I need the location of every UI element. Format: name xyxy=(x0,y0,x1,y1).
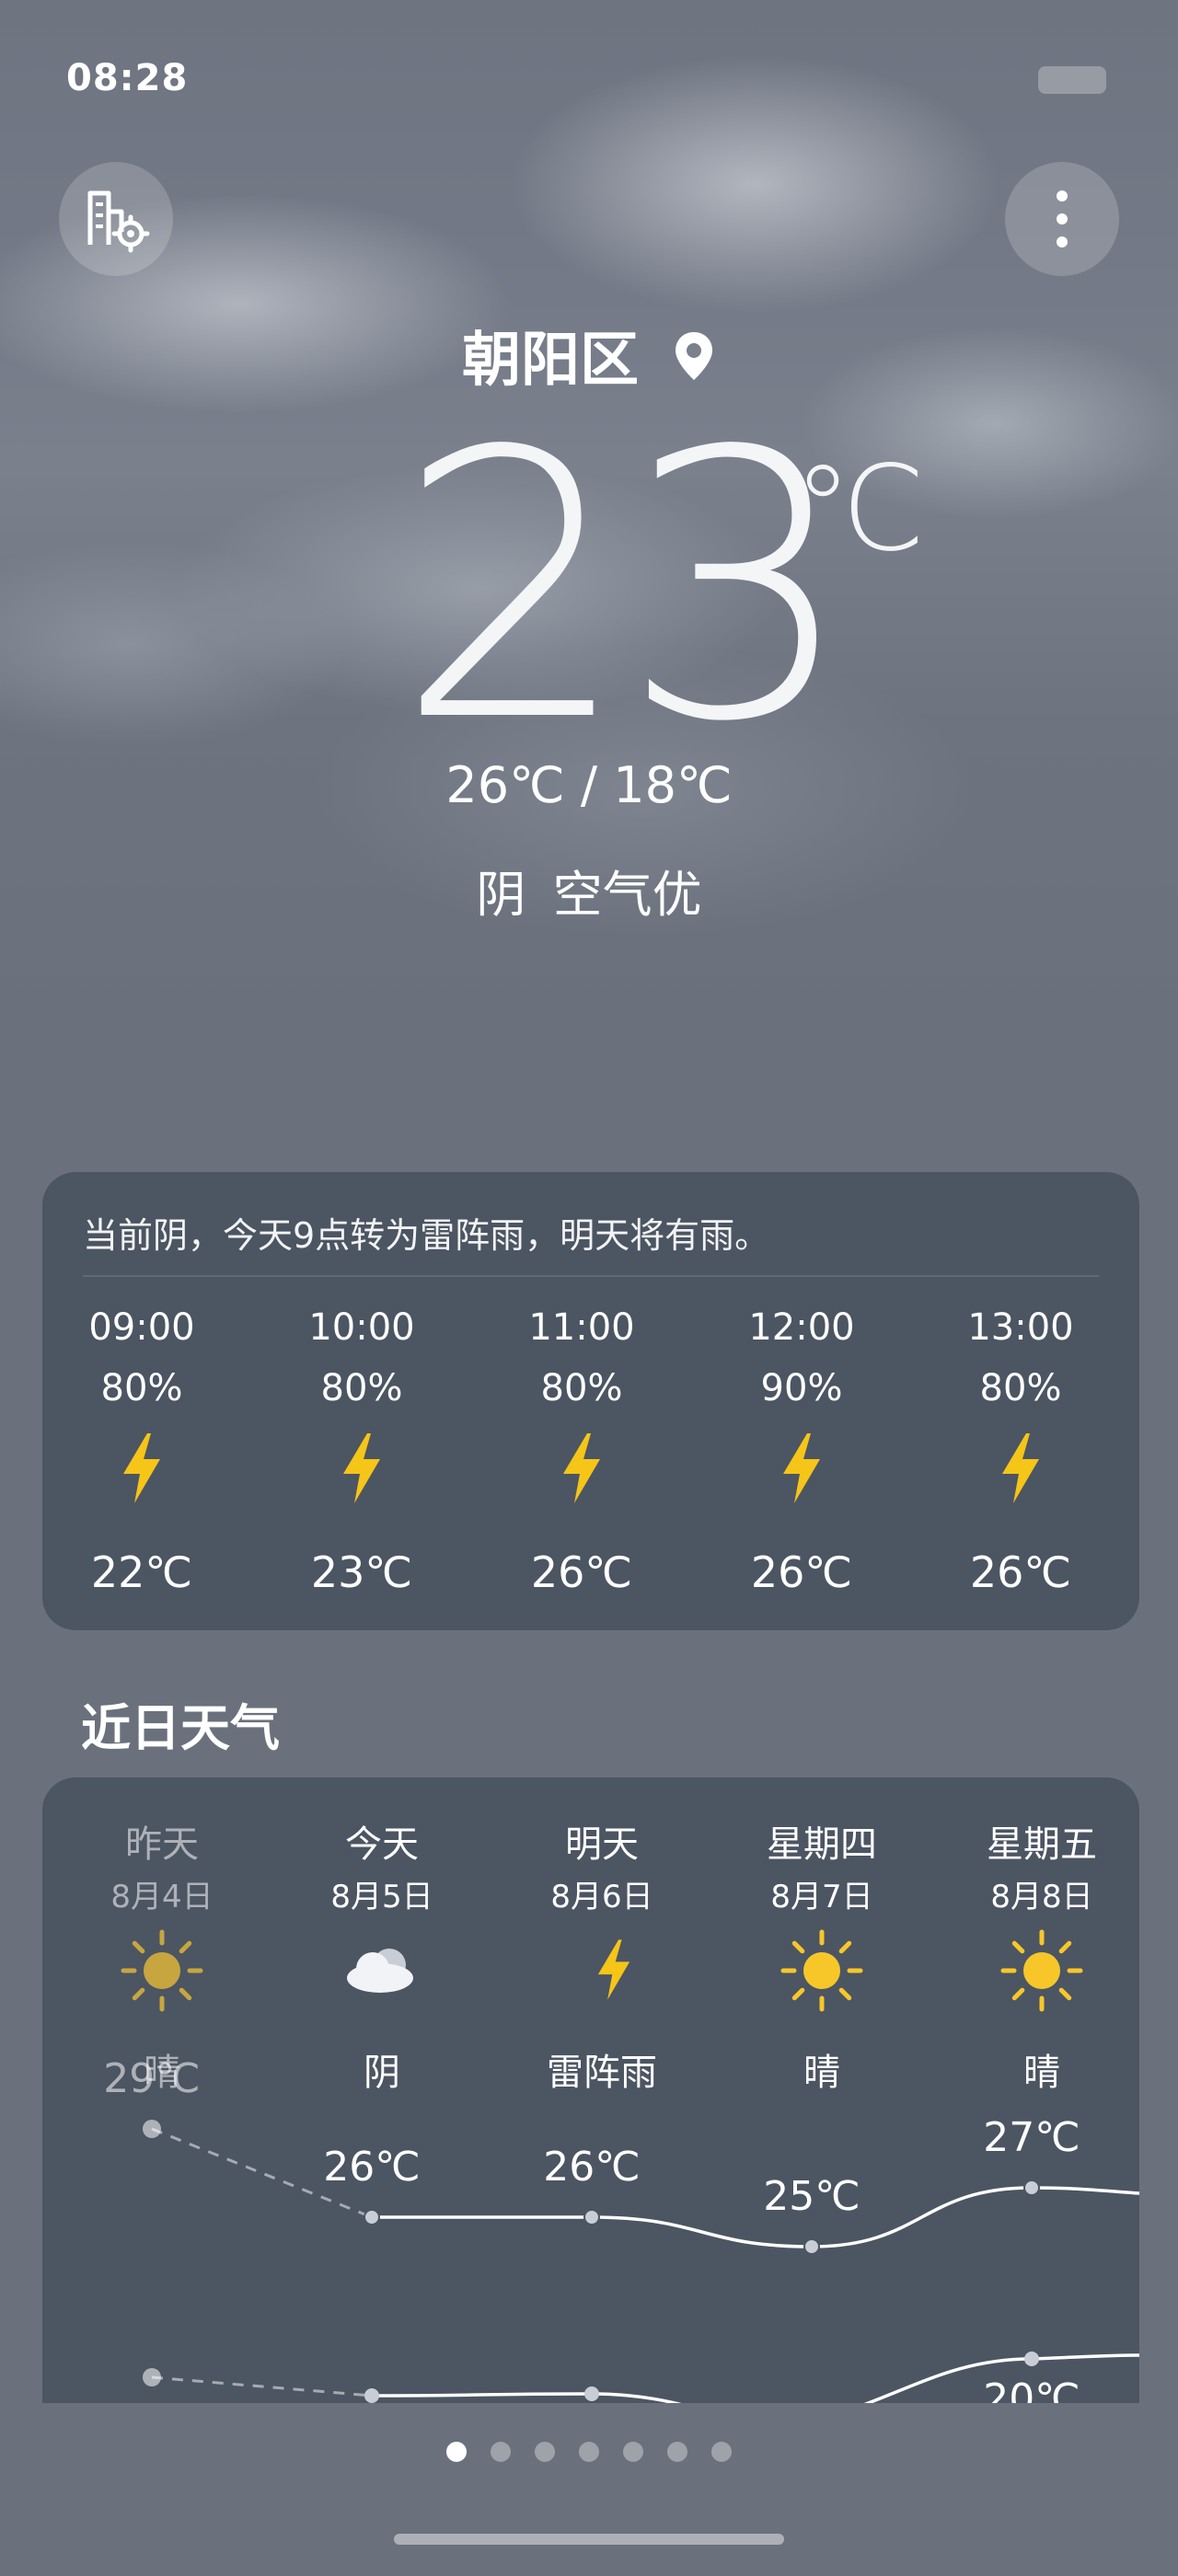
page-indicator[interactable] xyxy=(0,2442,1178,2462)
lightning-icon xyxy=(343,1433,380,1503)
page-dot[interactable] xyxy=(491,2442,511,2462)
lightning-icon xyxy=(783,1433,820,1503)
city-settings-icon xyxy=(87,190,150,253)
city-manage-button[interactable] xyxy=(59,162,173,276)
high-temp-label: 25℃ xyxy=(763,2173,860,2220)
high-point xyxy=(803,2238,820,2255)
high-point xyxy=(143,2120,161,2138)
day-name: 今天 xyxy=(345,1823,419,1866)
page-dot[interactable] xyxy=(446,2442,467,2462)
hourly-forecast-card[interactable]: 当前阴，今天9点转为雷阵雨，明天将有雨。 09:00 80% 22℃ 10:00 80%… xyxy=(42,1172,1139,1630)
low-point xyxy=(1024,2352,1039,2366)
temperature-unit: ℃ xyxy=(793,441,926,578)
sun-icon xyxy=(780,1929,863,2012)
precip-probability: 80% xyxy=(320,1367,403,1409)
high-low-temperature: 26℃ / 18℃ xyxy=(445,756,733,814)
sun-icon xyxy=(121,1929,203,2012)
day-date: 8月6日 xyxy=(550,1879,653,1915)
precip-probability: 90% xyxy=(760,1367,843,1409)
high-temp-label: 26℃ xyxy=(543,2144,641,2191)
hour-time: 12:00 xyxy=(748,1306,855,1349)
precip-probability: 80% xyxy=(979,1367,1062,1409)
more-vertical-icon xyxy=(1057,190,1068,247)
low-point xyxy=(143,2368,161,2386)
day-name: 星期四 xyxy=(767,1823,877,1866)
low-temp-label: 20℃ xyxy=(983,2375,1080,2403)
sun-icon xyxy=(1000,1929,1083,2012)
high-temp-label: 29℃ xyxy=(103,2055,201,2102)
lightning-icon xyxy=(563,1433,600,1503)
home-indicator[interactable] xyxy=(394,2534,784,2545)
page-dot[interactable] xyxy=(667,2442,687,2462)
forecast-summary: 当前阴，今天9点转为雷阵雨，明天将有雨。 xyxy=(83,1215,770,1256)
day-date: 8月4日 xyxy=(110,1879,214,1915)
day-date: 8月8日 xyxy=(990,1879,1093,1915)
condition-air-quality: 阴 空气优 xyxy=(476,866,702,924)
low-point xyxy=(584,2386,599,2401)
precip-probability: 80% xyxy=(100,1367,183,1409)
battery-icon xyxy=(1038,66,1106,94)
lightning-icon xyxy=(597,1939,630,2000)
hour-time: 09:00 xyxy=(88,1306,195,1349)
hour-time: 11:00 xyxy=(528,1306,635,1349)
divider xyxy=(83,1275,1099,1277)
high-temp-label: 27℃ xyxy=(983,2114,1080,2161)
high-point xyxy=(364,2209,380,2225)
hour-temperature: 26℃ xyxy=(750,1547,853,1597)
status-time: 08:28 xyxy=(66,57,189,99)
high-point xyxy=(1023,2179,1040,2196)
low-point xyxy=(364,2388,379,2403)
hour-temperature: 22℃ xyxy=(90,1547,193,1597)
hour-temperature: 26℃ xyxy=(530,1547,633,1597)
lightning-icon xyxy=(123,1433,160,1503)
hour-temperature: 23℃ xyxy=(310,1547,413,1597)
day-condition: 晴 xyxy=(1023,2052,1060,2094)
high-temp-label: 26℃ xyxy=(323,2144,421,2191)
day-name: 昨天 xyxy=(125,1823,199,1866)
day-name: 星期五 xyxy=(987,1823,1097,1866)
day-condition: 雷阵雨 xyxy=(547,2052,657,2094)
page-dot[interactable] xyxy=(535,2442,555,2462)
hour-time: 13:00 xyxy=(967,1306,1074,1349)
day-condition: 阴 xyxy=(364,2052,400,2094)
page-dot[interactable] xyxy=(579,2442,599,2462)
lightning-icon xyxy=(1002,1433,1039,1503)
cloud-icon xyxy=(347,1949,413,1993)
day-condition: 晴 xyxy=(803,2052,840,2094)
precip-probability: 80% xyxy=(540,1367,623,1409)
low-trend-past-segment xyxy=(151,2375,373,2398)
hour-time: 10:00 xyxy=(308,1306,415,1349)
section-title-daily: 近日天气 xyxy=(81,1699,280,1757)
hour-temperature: 26℃ xyxy=(969,1547,1072,1597)
day-date: 8月5日 xyxy=(330,1879,433,1915)
page-dot[interactable] xyxy=(711,2442,732,2462)
more-options-button[interactable] xyxy=(1005,162,1119,276)
daily-forecast-card[interactable]: 昨天 8月4日晴今天 8月5日阴明天 8月6日 雷阵雨 星期四 8月7日晴星期五 8月8日晴 … xyxy=(42,1777,1139,2403)
page-dot[interactable] xyxy=(623,2442,643,2462)
day-date: 8月7日 xyxy=(770,1879,873,1915)
current-temperature: 23 xyxy=(396,374,855,802)
day-name: 明天 xyxy=(565,1823,639,1866)
high-point xyxy=(583,2209,600,2225)
